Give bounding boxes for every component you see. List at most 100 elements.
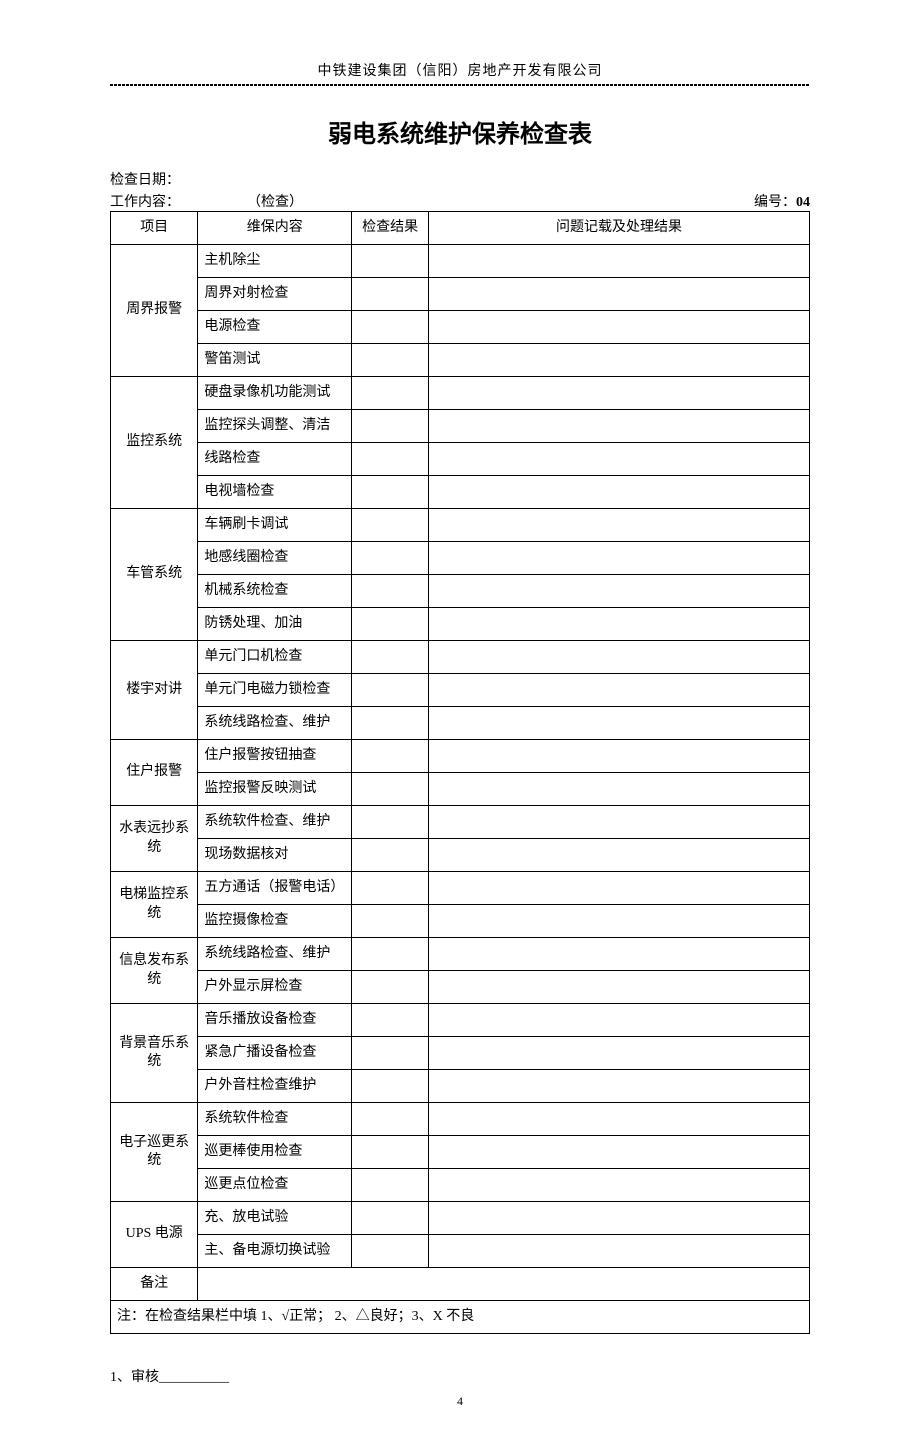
table-row: 户外音柱检查维护 [111,1070,810,1103]
result-cell [352,740,429,773]
issue-cell [429,872,810,905]
result-cell [352,344,429,377]
serial-number: 编号：04 [754,191,810,211]
table-row: 巡更点位检查 [111,1169,810,1202]
content-cell: 单元门电磁力锁检查 [198,674,352,707]
content-cell: 电源检查 [198,311,352,344]
content-cell: 充、放电试验 [198,1202,352,1235]
result-cell [352,410,429,443]
result-cell [352,542,429,575]
result-cell [352,905,429,938]
footer-sign-line: 1、审核__________ [110,1366,810,1386]
table-row: 系统线路检查、维护 [111,707,810,740]
content-cell: 系统软件检查、维护 [198,806,352,839]
result-cell [352,1070,429,1103]
content-cell: 硬盘录像机功能测试 [198,377,352,410]
issue-cell [429,806,810,839]
company-header: 中铁建设集团（信阳）房地产开发有限公司 [110,60,810,80]
content-cell: 防锈处理、加油 [198,608,352,641]
table-row: 周界对射检查 [111,278,810,311]
table-row: 单元门电磁力锁检查 [111,674,810,707]
issue-cell [429,410,810,443]
result-cell [352,641,429,674]
issue-cell [429,905,810,938]
issue-cell [429,674,810,707]
issue-cell [429,773,810,806]
serial-value: 04 [796,195,810,210]
project-cell: 背景音乐系统 [111,1004,198,1103]
table-row: UPS 电源充、放电试验 [111,1202,810,1235]
result-cell [352,476,429,509]
result-cell [352,311,429,344]
table-row: 电梯监控系统五方通话（报警电话） [111,872,810,905]
result-cell [352,1037,429,1070]
table-row: 监控探头调整、清洁 [111,410,810,443]
project-cell: UPS 电源 [111,1202,198,1268]
issue-cell [429,377,810,410]
table-row: 地感线圈检查 [111,542,810,575]
result-cell [352,608,429,641]
table-row: 住户报警住户报警按钮抽查 [111,740,810,773]
issue-cell [429,938,810,971]
table-row: 机械系统检查 [111,575,810,608]
table-row: 周界报警主机除尘 [111,245,810,278]
col-result: 检查结果 [352,212,429,245]
result-cell [352,1136,429,1169]
col-issue: 问题记载及处理结果 [429,212,810,245]
issue-cell [429,1202,810,1235]
content-cell: 警笛测试 [198,344,352,377]
table-row: 警笛测试 [111,344,810,377]
result-cell [352,839,429,872]
result-cell [352,443,429,476]
issue-cell [429,1037,810,1070]
table-row: 电源检查 [111,311,810,344]
issue-cell [429,344,810,377]
serial-label: 编号： [754,195,796,210]
issue-cell [429,1235,810,1268]
result-cell [352,245,429,278]
table-row: 楼宇对讲单元门口机检查 [111,641,810,674]
project-cell: 监控系统 [111,377,198,509]
result-cell [352,1235,429,1268]
content-cell: 车辆刷卡调试 [198,509,352,542]
page-number: 4 [110,1394,810,1409]
content-cell: 巡更棒使用检查 [198,1136,352,1169]
table-row: 监控摄像检查 [111,905,810,938]
table-row: 巡更棒使用检查 [111,1136,810,1169]
table-row: 紧急广播设备检查 [111,1037,810,1070]
issue-cell [429,245,810,278]
result-cell [352,1169,429,1202]
project-cell: 信息发布系统 [111,938,198,1004]
inspection-date-label: 检查日期： [110,169,810,189]
content-cell: 住户报警按钮抽查 [198,740,352,773]
issue-cell [429,971,810,1004]
table-header-row: 项目 维保内容 检查结果 问题记载及处理结果 [111,212,810,245]
col-project: 项目 [111,212,198,245]
table-body: 周界报警主机除尘周界对射检查电源检查警笛测试监控系统硬盘录像机功能测试监控探头调… [111,245,810,1334]
project-cell: 车管系统 [111,509,198,641]
remark-row: 备注 [111,1268,810,1301]
issue-cell [429,839,810,872]
result-cell [352,707,429,740]
issue-cell [429,542,810,575]
result-cell [352,1004,429,1037]
note-cell: 注：在检查结果栏中填 1、√正常； 2、△良好；3、X 不良 [111,1301,810,1334]
issue-cell [429,443,810,476]
table-row: 车管系统车辆刷卡调试 [111,509,810,542]
work-content-value: （检查） [247,195,303,210]
table-row: 电视墙检查 [111,476,810,509]
content-cell: 单元门口机检查 [198,641,352,674]
result-cell [352,806,429,839]
work-content-label: 工作内容： [110,195,180,210]
col-content: 维保内容 [198,212,352,245]
table-row: 背景音乐系统音乐播放设备检查 [111,1004,810,1037]
content-cell: 周界对射检查 [198,278,352,311]
project-cell: 电梯监控系统 [111,872,198,938]
result-cell [352,674,429,707]
content-cell: 系统线路检查、维护 [198,707,352,740]
content-cell: 户外显示屏检查 [198,971,352,1004]
content-cell: 主机除尘 [198,245,352,278]
content-cell: 现场数据核对 [198,839,352,872]
issue-cell [429,1070,810,1103]
content-cell: 巡更点位检查 [198,1169,352,1202]
